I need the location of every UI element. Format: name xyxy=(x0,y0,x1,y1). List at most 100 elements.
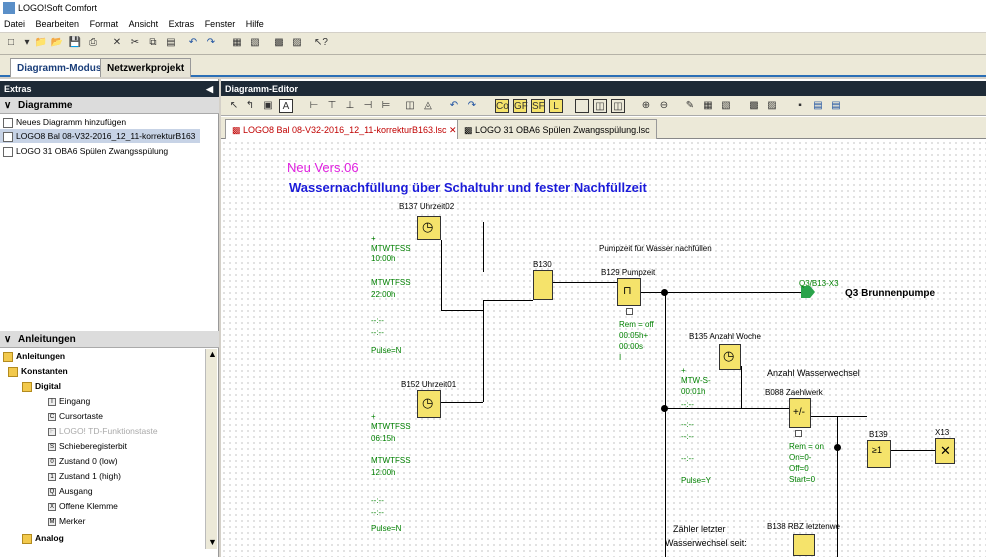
menu-extras[interactable]: Extras xyxy=(169,19,195,29)
copy-icon[interactable]: ⧉ xyxy=(146,36,160,50)
window-title: LOGO!Soft Comfort xyxy=(18,3,98,13)
split-icon[interactable]: ◫ xyxy=(403,99,417,113)
instructions-section-header[interactable]: ∨ Anleitungen xyxy=(0,331,219,348)
tree-item[interactable]: Digital xyxy=(22,379,61,393)
undo-icon[interactable]: ↶ xyxy=(186,36,200,50)
tree-item[interactable]: Anleitungen xyxy=(3,349,65,363)
io-icon[interactable]: ▪ xyxy=(793,99,807,113)
open-folder-icon[interactable]: 📁 xyxy=(34,36,48,50)
diagram-file-icon: ▩ xyxy=(464,125,476,135)
scissors-icon[interactable]: ✂ xyxy=(128,36,142,50)
parameter-expand-icon[interactable] xyxy=(626,308,633,315)
cut-icon[interactable]: ✕ xyxy=(110,36,124,50)
sf-icon[interactable]: SF xyxy=(531,99,545,113)
menu-help[interactable]: Hilfe xyxy=(246,19,264,29)
paste-icon[interactable]: ▤ xyxy=(164,36,178,50)
tab-document[interactable]: ▩ LOGO 31 OBA6 Spülen Zwangsspülung.lsc xyxy=(457,119,657,139)
counter-block-b088[interactable]: +/- xyxy=(789,398,811,428)
text-icon[interactable]: A xyxy=(279,99,293,113)
menu-window[interactable]: Fenster xyxy=(205,19,236,29)
open-icon[interactable]: 📂 xyxy=(50,36,64,50)
tree-item[interactable]: C Cursortaste xyxy=(48,409,103,423)
menu-bar: Datei Bearbeiten Format Ansicht Extras F… xyxy=(0,16,986,32)
align-middle-icon[interactable]: ⊣ xyxy=(361,99,375,113)
q3-id: Q3/B13-X3 xyxy=(799,279,839,288)
tree-item[interactable]: S Schieberegisterbit xyxy=(48,439,127,453)
save-icon[interactable]: 💾 xyxy=(68,36,82,50)
view1-icon[interactable] xyxy=(575,99,589,113)
align-left-icon[interactable]: ⊢ xyxy=(307,99,321,113)
view3-icon[interactable]: ◫ xyxy=(611,99,625,113)
gf-icon[interactable]: GF xyxy=(513,99,528,113)
undo-icon[interactable]: ↶ xyxy=(447,99,461,113)
online-test-icon[interactable]: ▨ xyxy=(765,99,779,113)
scroll-up-icon[interactable]: ▲ xyxy=(208,349,217,359)
tree-scrollbar[interactable]: ▲ ▼ xyxy=(205,349,217,549)
menu-edit[interactable]: Bearbeiten xyxy=(36,19,80,29)
tree-item[interactable]: X Offene Klemme xyxy=(48,499,118,513)
select-hardware-icon[interactable]: ▨ xyxy=(290,36,304,50)
open-terminal-x13[interactable]: ✕ xyxy=(935,438,955,464)
diagram-item[interactable]: LOGO8 Bal 08-V32-2016_12_11-korrekturB16… xyxy=(0,129,200,143)
tree-item[interactable]: Konstanten xyxy=(8,364,68,378)
tree-item[interactable]: Analog xyxy=(22,531,64,545)
view2-icon[interactable]: ◫ xyxy=(593,99,607,113)
context-help-icon[interactable]: ↖? xyxy=(314,36,328,50)
pulse-icon: ⊓ xyxy=(623,285,632,297)
module-info-icon[interactable]: ▩ xyxy=(272,36,286,50)
align-center-icon[interactable]: ⊤ xyxy=(325,99,339,113)
add-diagram-item[interactable]: Neues Diagramm hinzufügen xyxy=(3,115,126,129)
layout2-icon[interactable]: ▤ xyxy=(829,99,843,113)
collapse-arrow-icon[interactable]: ◀ xyxy=(206,81,213,97)
block-icon[interactable]: ▣ xyxy=(261,99,275,113)
pen-icon[interactable]: ✎ xyxy=(683,99,697,113)
and-block-b139[interactable]: ≥1 xyxy=(867,440,891,468)
new-dropdown-icon[interactable]: ▾ xyxy=(20,36,34,50)
zoom-out-icon[interactable]: ⊖ xyxy=(657,99,671,113)
tab-network-project[interactable]: Netzwerkprojekt xyxy=(100,58,192,77)
select-icon[interactable]: ↖ xyxy=(227,99,241,113)
tree-item[interactable]: 0 Zustand 0 (low) xyxy=(48,454,118,468)
connect-icon[interactable]: ↰ xyxy=(243,99,257,113)
align-top-icon[interactable]: ⊥ xyxy=(343,99,357,113)
diagram-canvas[interactable]: Neu Vers.06 Wassernachfüllung über Schal… xyxy=(221,140,986,557)
simulation-icon[interactable]: ▩ xyxy=(747,99,761,113)
redo-icon[interactable]: ↷ xyxy=(204,36,218,50)
tree-item[interactable]: I Eingang xyxy=(48,394,90,408)
tree-item[interactable]: Q Ausgang xyxy=(48,484,93,498)
grid-icon[interactable]: ▦ xyxy=(701,99,715,113)
scroll-down-icon[interactable]: ▼ xyxy=(208,537,217,547)
diagrams-section-header[interactable]: ∨ Diagramme xyxy=(0,97,219,114)
timer-block-b137[interactable]: ◷ xyxy=(417,216,441,240)
timer-block-b152[interactable]: ◷ xyxy=(417,390,441,418)
diagram-item[interactable]: LOGO 31 OBA6 Spülen Zwangsspülung xyxy=(3,144,168,158)
table-icon[interactable]: ▧ xyxy=(719,99,733,113)
or-block-b130[interactable] xyxy=(533,270,553,300)
close-icon[interactable]: ✕ xyxy=(449,125,457,135)
tab-diagram-mode[interactable]: Diagramm-Modus xyxy=(10,58,109,77)
udf-icon[interactable]: L xyxy=(549,99,563,113)
pc-to-logo-icon[interactable]: ▦ xyxy=(230,36,244,50)
terminal-x-icon: ✕ xyxy=(940,443,951,458)
align-bottom-icon[interactable]: ⊨ xyxy=(379,99,393,113)
tree-item[interactable]: 1 Zustand 1 (high) xyxy=(48,469,121,483)
tree-item[interactable]: M Merker xyxy=(48,514,85,528)
block-b138[interactable] xyxy=(793,534,815,556)
menu-file[interactable]: Datei xyxy=(4,19,25,29)
diagram-file-icon: ▩ xyxy=(232,125,244,135)
menu-format[interactable]: Format xyxy=(90,19,119,29)
new-file-icon[interactable]: □ xyxy=(4,36,18,50)
menu-view[interactable]: Ansicht xyxy=(129,19,159,29)
zoom-in-icon[interactable]: ⊕ xyxy=(639,99,653,113)
print-icon[interactable]: ⎙ xyxy=(86,36,100,50)
join-icon[interactable]: ◬ xyxy=(421,99,435,113)
off-delay-block-b129[interactable]: ⊓ xyxy=(617,278,641,306)
timer-block-b135[interactable]: ◷ xyxy=(719,344,741,370)
layout-icon[interactable]: ▤ xyxy=(811,99,825,113)
constant-icon[interactable]: Co xyxy=(495,99,509,113)
tab-document-active[interactable]: ▩ LOGO8 Bal 08-V32-2016_12_11-korrekturB… xyxy=(225,119,464,139)
parameter-expand-icon[interactable] xyxy=(795,430,802,437)
logo-to-pc-icon[interactable]: ▧ xyxy=(248,36,262,50)
input-block-icon: I xyxy=(48,397,56,406)
redo-icon[interactable]: ↷ xyxy=(465,99,479,113)
